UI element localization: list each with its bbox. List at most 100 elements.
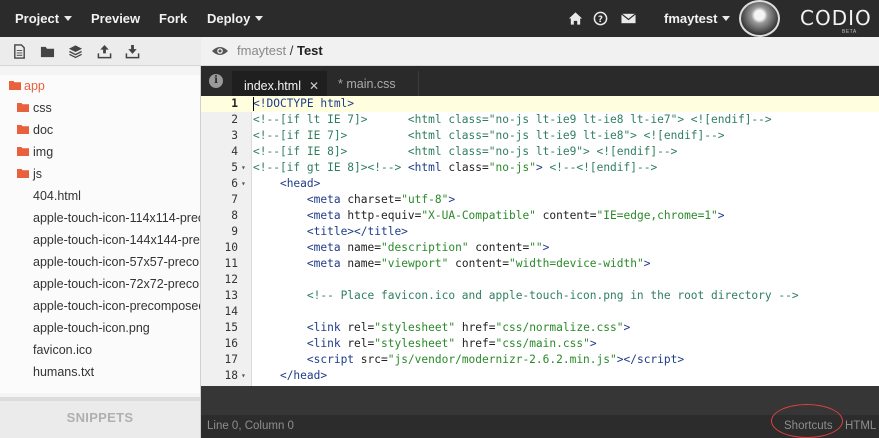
- line-number: 9: [231, 225, 238, 238]
- tree-folder[interactable]: css: [0, 97, 200, 119]
- tree-file[interactable]: humans.txt: [0, 361, 200, 383]
- code-line[interactable]: 11 <meta name="viewport" content="width=…: [201, 256, 879, 272]
- codio-logo: CODIO: [800, 6, 872, 30]
- code-line[interactable]: 15 <link rel="stylesheet" href="css/norm…: [201, 320, 879, 336]
- folder-icon: [17, 103, 29, 112]
- line-number: 3: [231, 129, 238, 142]
- code-text: <link rel="stylesheet" href="css/main.cs…: [306, 337, 597, 350]
- code-line[interactable]: 13 <!-- Place favicon.ico and apple-touc…: [201, 288, 879, 304]
- line-number: 7: [231, 193, 238, 206]
- code-line[interactable]: 2 <!--[if lt IE 7]> <html class="no-js lt…: [201, 112, 879, 128]
- tree-item-label: humans.txt: [33, 365, 95, 379]
- code-text: <!-- Place favicon.ico and apple-touch-i…: [306, 289, 799, 302]
- code-line[interactable]: 18 ▾ </head>: [201, 368, 879, 384]
- tree-item-label: 404.html: [33, 189, 81, 203]
- tab-index-html[interactable]: index.html ✕: [232, 71, 327, 96]
- shortcuts-button[interactable]: Shortcuts: [784, 420, 833, 432]
- home-icon[interactable]: [568, 11, 583, 26]
- tree-item-label: apple-touch-icon-57x57-precomposed.png: [33, 255, 200, 269]
- code-line[interactable]: 7 <meta charset="utf-8">: [201, 192, 879, 208]
- tree-item-label: css: [33, 101, 52, 115]
- avatar[interactable]: [739, 0, 780, 37]
- tree-folder[interactable]: img: [0, 141, 200, 163]
- code-text: <script src="js/vendor/modernizr-2.6.2.m…: [306, 353, 685, 366]
- language-mode[interactable]: HTML: [845, 420, 876, 432]
- code-line[interactable]: 12: [201, 272, 879, 288]
- tree-file[interactable]: apple-touch-icon-57x57-precomposed.png: [0, 251, 200, 273]
- code-line[interactable]: 17 <script src="js/vendor/modernizr-2.6.…: [201, 352, 879, 368]
- code-text: <title></title>: [306, 225, 408, 238]
- tree-folder[interactable]: js: [0, 163, 200, 185]
- fork-menu[interactable]: Fork: [159, 11, 187, 26]
- tree-item-label: img: [33, 145, 54, 159]
- tree-item-label: doc: [33, 123, 54, 137]
- tree-item-label: apple-touch-icon-114x114-precomposed.png: [33, 211, 200, 225]
- folder-icon: [17, 169, 29, 178]
- line-number: 12: [224, 273, 238, 286]
- folder-icon: [9, 81, 21, 90]
- line-number: 8: [231, 209, 238, 222]
- info-icon[interactable]: i: [209, 74, 223, 88]
- code-line[interactable]: 1 <!DOCTYPE html>: [201, 96, 879, 112]
- fold-arrow-icon[interactable]: ▾: [241, 176, 246, 192]
- code-text: </head>: [279, 369, 328, 382]
- line-number: 11: [224, 257, 238, 270]
- tree-folder[interactable]: app: [0, 75, 200, 97]
- code-editor[interactable]: 1 <!DOCTYPE html> 2 <!--[if lt IE 7]> <html…: [201, 96, 879, 386]
- tree-folder[interactable]: doc: [0, 119, 200, 141]
- fold-arrow-icon[interactable]: ▾: [241, 160, 246, 176]
- line-number: 18: [224, 369, 238, 382]
- cursor-position: Line 0, Column 0: [207, 420, 294, 432]
- code-line[interactable]: 5 ▾ <!--[if gt IE 8]><!--> <html class="no…: [201, 160, 879, 176]
- eye-icon[interactable]: [211, 45, 229, 57]
- breadcrumb-path: fmaytest / Test: [237, 43, 323, 58]
- user-menu[interactable]: fmaytest: [664, 11, 731, 26]
- code-line[interactable]: 16 <link rel="stylesheet" href="css/main…: [201, 336, 879, 352]
- tree-file[interactable]: apple-touch-icon.png: [0, 317, 200, 339]
- download-icon[interactable]: [125, 44, 140, 59]
- file-tree: app css doc img js 404.html apple-touch-icon-1…: [0, 75, 200, 393]
- snippets-panel-header[interactable]: SNIPPETS: [0, 401, 200, 438]
- code-line[interactable]: 8 <meta http-equiv="X-UA-Compatible" con…: [201, 208, 879, 224]
- upload-icon[interactable]: [97, 44, 112, 59]
- code-line[interactable]: 6 ▾ <head>: [201, 176, 879, 192]
- tree-file[interactable]: apple-touch-icon-72x72-precomposed.png: [0, 273, 200, 295]
- line-number: 6: [231, 177, 238, 190]
- close-icon[interactable]: ✕: [309, 79, 319, 93]
- code-text: <!--[if IE 8]> <html class="no-js lt-ie9…: [253, 145, 678, 158]
- code-line[interactable]: 10 <meta name="description" content="">: [201, 240, 879, 256]
- tree-file[interactable]: apple-touch-icon-114x114-precomposed.png: [0, 207, 200, 229]
- file-toolbar: [0, 37, 201, 66]
- code-line[interactable]: 14: [201, 304, 879, 320]
- tree-file[interactable]: favicon.ico: [0, 339, 200, 361]
- logo-beta-label: BETA: [842, 29, 857, 35]
- file-sidebar: app css doc img js 404.html apple-touch-icon-1…: [0, 37, 201, 438]
- fold-arrow-icon[interactable]: ▾: [241, 368, 246, 384]
- code-text: <link rel="stylesheet" href="css/normali…: [306, 321, 631, 334]
- tab-main-css[interactable]: * main.css: [327, 71, 419, 96]
- tree-file[interactable]: apple-touch-icon-144x144-precomposed.png: [0, 229, 200, 251]
- text-cursor: [253, 97, 254, 111]
- preview-menu[interactable]: Preview: [91, 11, 140, 26]
- breadcrumb-project[interactable]: Test: [297, 43, 323, 58]
- code-line[interactable]: 3 <!--[if IE 7]> <html class="no-js lt-ie…: [201, 128, 879, 144]
- svg-text:?: ?: [598, 14, 603, 24]
- breadcrumb-owner[interactable]: fmaytest: [237, 43, 286, 58]
- code-text: <meta http-equiv="X-UA-Compatible" conte…: [306, 209, 725, 222]
- code-line[interactable]: 9 <title></title>: [201, 224, 879, 240]
- new-folder-icon[interactable]: [40, 44, 55, 59]
- help-icon[interactable]: ?: [593, 11, 608, 26]
- tree-file[interactable]: apple-touch-icon-precomposed.png: [0, 295, 200, 317]
- tree-file[interactable]: 404.html: [0, 185, 200, 207]
- code-line[interactable]: 4 <!--[if IE 8]> <html class="no-js lt-ie…: [201, 144, 879, 160]
- deploy-menu[interactable]: Deploy: [207, 11, 264, 26]
- new-file-icon[interactable]: [12, 44, 27, 59]
- line-number: 10: [224, 241, 238, 254]
- layers-icon[interactable]: [68, 44, 83, 59]
- breadcrumb: fmaytest / Test: [201, 37, 879, 66]
- mail-icon[interactable]: [620, 11, 637, 26]
- code-text: <!--[if lt IE 7]> <html class="no-js lt-…: [253, 113, 772, 126]
- line-number: 2: [231, 113, 238, 126]
- project-menu[interactable]: Project: [15, 11, 73, 26]
- line-number: 15: [224, 321, 238, 334]
